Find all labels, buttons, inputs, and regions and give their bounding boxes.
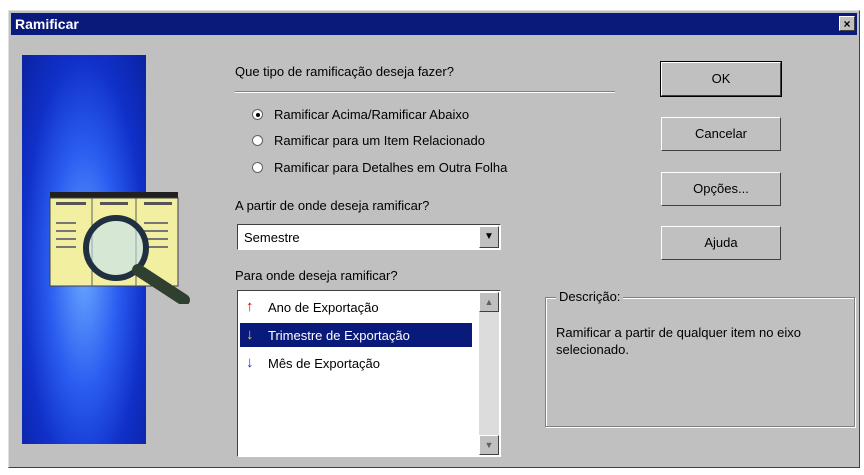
branch-type-question: Que tipo de ramificação deseja fazer?	[235, 64, 454, 79]
to-where-question: Para onde deseja ramificar?	[235, 268, 398, 283]
description-title: Descrição:	[556, 289, 624, 304]
description-group: Descrição: Ramificar a partir de qualque…	[545, 289, 855, 427]
list-item[interactable]: ↑ Ano de Exportação	[240, 295, 472, 319]
scroll-down-arrow-icon[interactable]: ▼	[479, 435, 499, 455]
dialog-title: Ramificar	[15, 16, 79, 32]
blue-down-arrow-icon: ↓	[246, 354, 254, 371]
scroll-up-arrow-icon[interactable]: ▲	[479, 292, 499, 312]
dropdown-arrow-icon[interactable]: ▼	[479, 226, 499, 248]
help-button[interactable]: Ajuda	[661, 226, 781, 260]
close-button[interactable]: ×	[839, 16, 855, 31]
list-item[interactable]: ↓ Mês de Exportação	[240, 351, 472, 375]
description-text: Ramificar a partir de qualquer item no e…	[556, 325, 801, 357]
radio-button[interactable]	[252, 162, 263, 173]
radio-button[interactable]	[252, 135, 263, 146]
radio-button-checked[interactable]	[252, 109, 263, 120]
cancel-button[interactable]: Cancelar	[661, 117, 781, 151]
title-bar[interactable]: Ramificar ×	[11, 13, 857, 35]
list-item-selected[interactable]: ↓ Trimestre de Exportação	[240, 323, 472, 347]
to-where-listbox[interactable]: ↑ Ano de Exportação ↓ Trimestre de Expor…	[237, 290, 501, 457]
red-up-arrow-icon: ↑	[246, 298, 254, 315]
options-button[interactable]: Opções...	[661, 172, 781, 206]
magnifier-icon	[49, 192, 190, 304]
from-where-question: A partir de onde deseja ramificar?	[235, 198, 430, 213]
yellow-down-arrow-icon: ↓	[246, 326, 254, 343]
ok-button[interactable]: OK	[660, 61, 782, 97]
vertical-scrollbar[interactable]: ▲ ▼	[479, 292, 499, 455]
from-where-dropdown[interactable]: Semestre ▼	[237, 224, 501, 250]
separator	[235, 91, 615, 93]
dropdown-value: Semestre	[244, 230, 300, 245]
